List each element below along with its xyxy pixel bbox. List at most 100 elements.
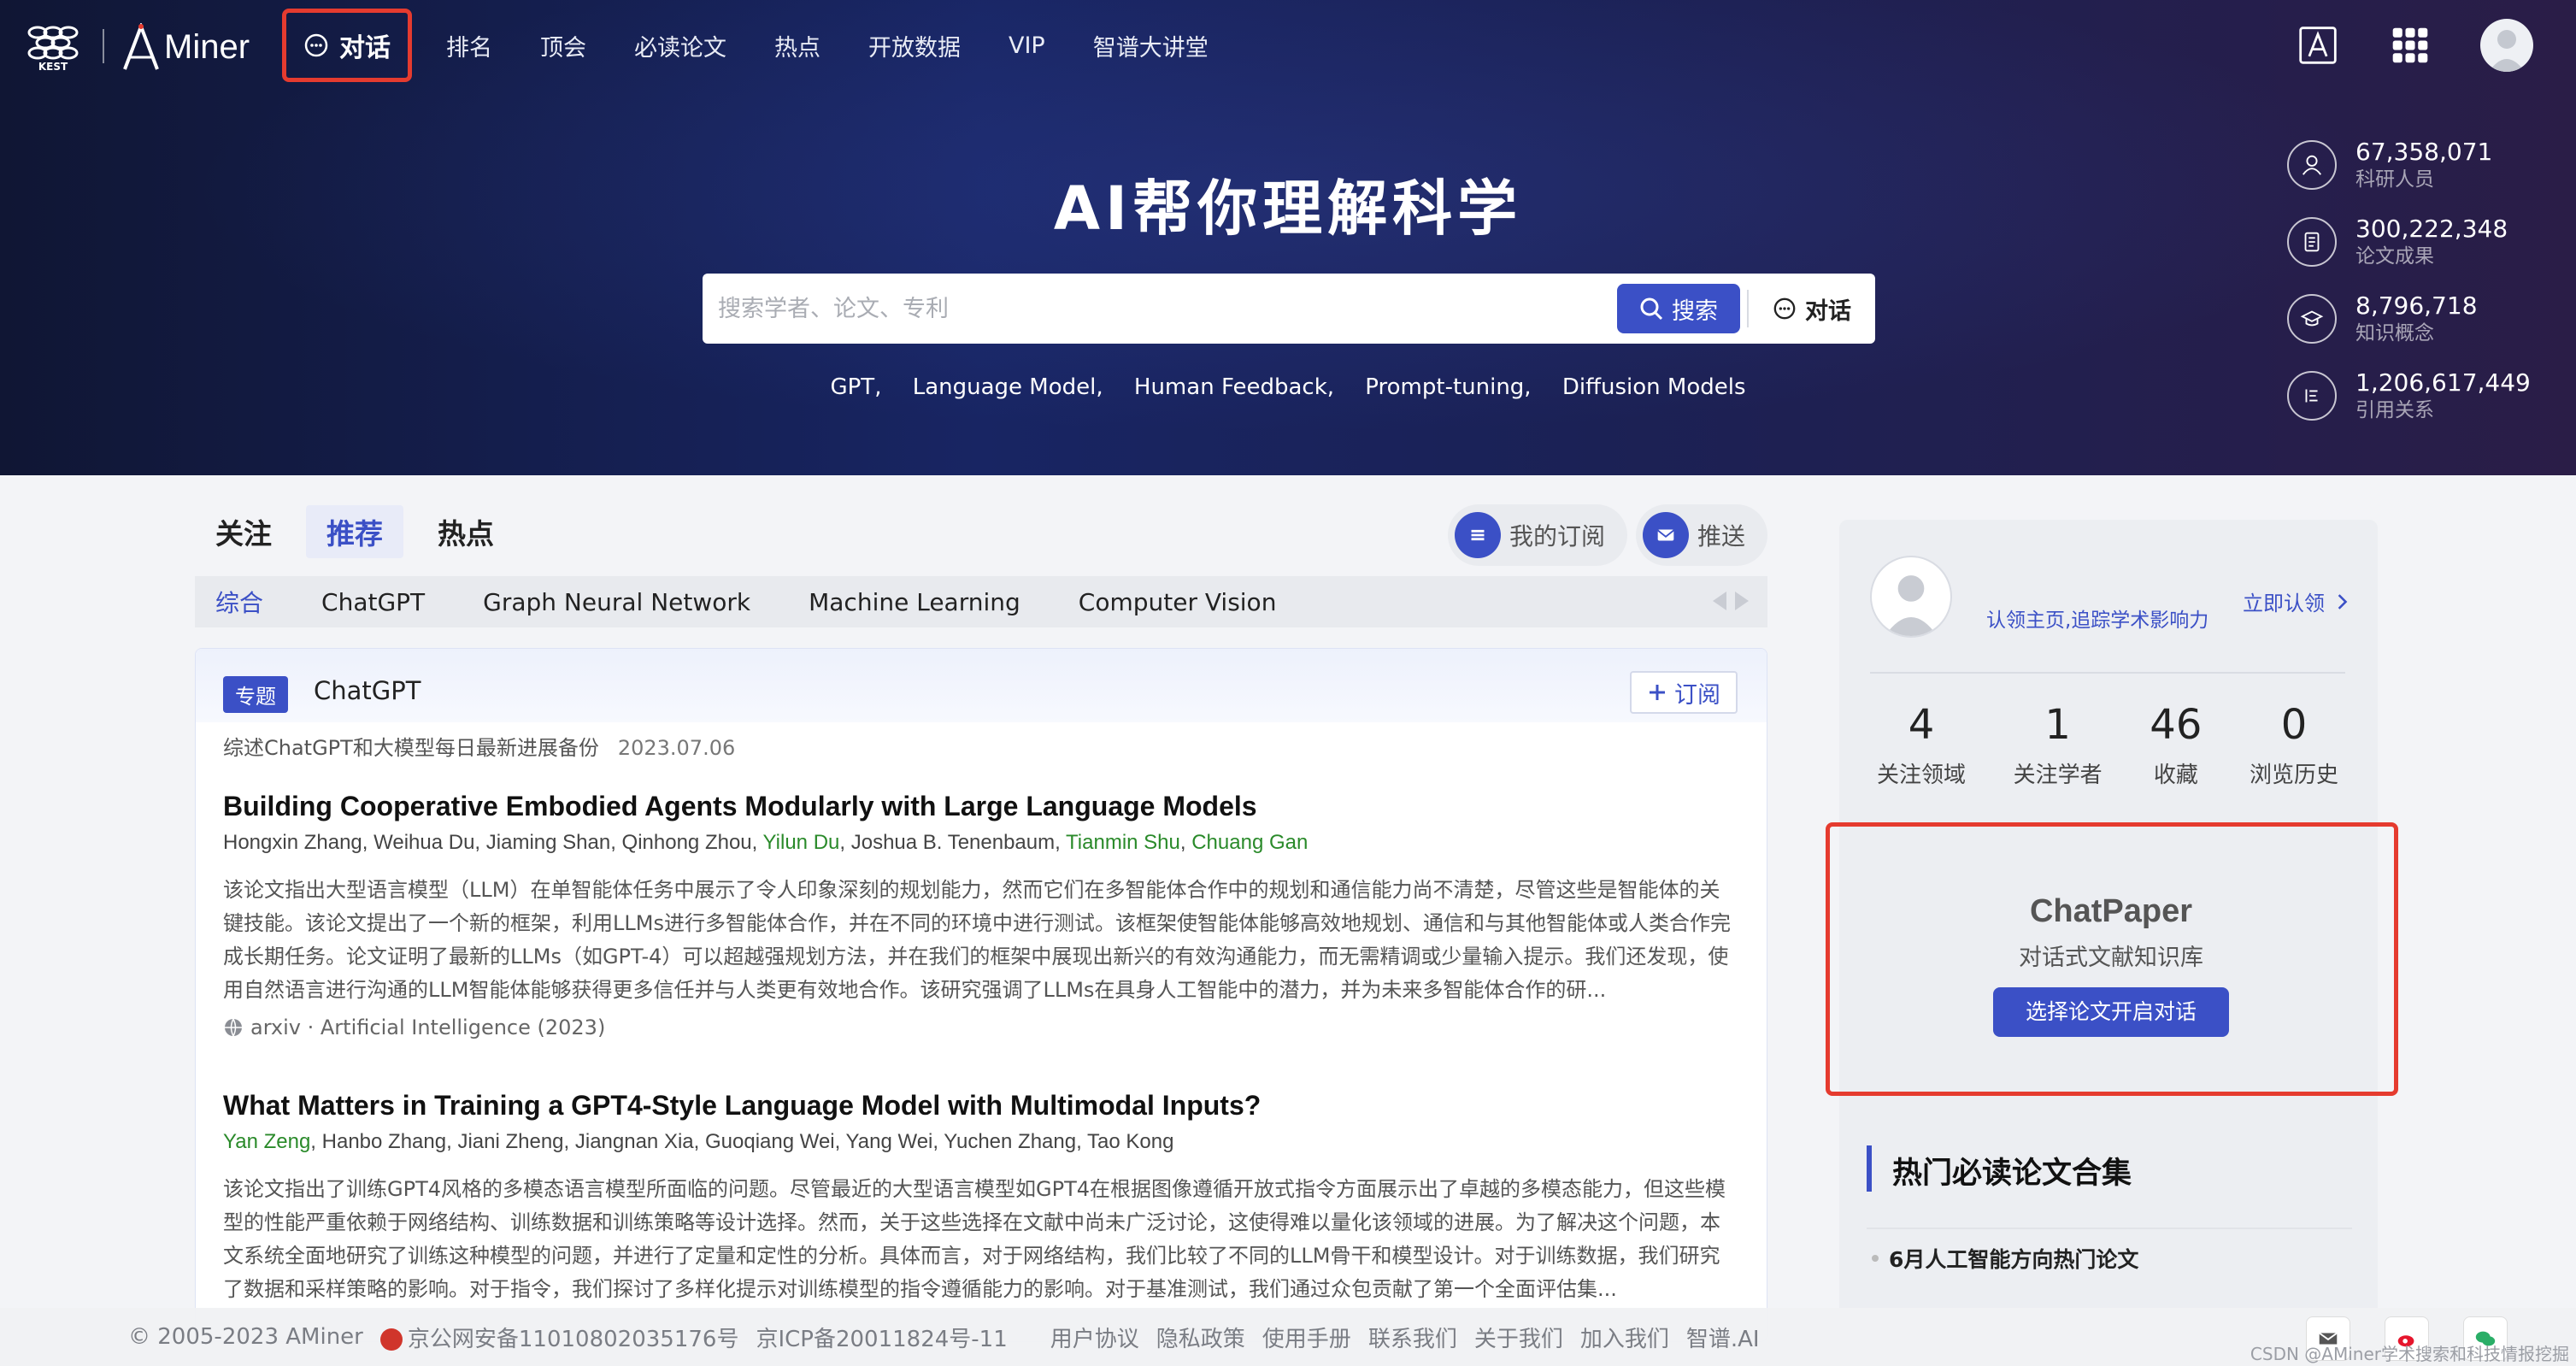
must-read-item[interactable]: 6月人工智能方向热门论文 bbox=[1872, 1243, 2138, 1274]
user-icon bbox=[2287, 140, 2337, 190]
nav-item-open-data[interactable]: 开放数据 bbox=[844, 7, 985, 84]
author-separator: , bbox=[362, 831, 374, 854]
graduation-cap-icon bbox=[2287, 294, 2337, 344]
author-separator: , bbox=[751, 831, 763, 854]
author-name[interactable]: Jiangnan Xia bbox=[575, 1130, 694, 1153]
nav-item-lecture[interactable]: 智谱大讲堂 bbox=[1069, 7, 1232, 84]
hot-keyword[interactable]: Language Model, bbox=[913, 374, 1103, 400]
author-name[interactable]: Jiani Zheng bbox=[457, 1130, 563, 1153]
translate-a-icon[interactable] bbox=[2296, 23, 2340, 68]
hot-keyword[interactable]: Prompt-tuning, bbox=[1365, 374, 1531, 400]
author-separator: , bbox=[1076, 1130, 1087, 1153]
category-gnn[interactable]: Graph Neural Network bbox=[483, 588, 750, 616]
arrow-right-icon[interactable] bbox=[1735, 592, 1749, 610]
author-name[interactable]: Yang Wei bbox=[846, 1130, 933, 1153]
tab-recommend[interactable]: 推荐 bbox=[306, 505, 403, 558]
stat-label: 论文成果 bbox=[2355, 245, 2434, 268]
hot-keywords: GPT, Language Model, Human Feedback, Pro… bbox=[0, 374, 2576, 400]
tab-hot[interactable]: 热点 bbox=[417, 505, 515, 558]
apps-grid-icon[interactable] bbox=[2388, 23, 2432, 68]
author-separator: , bbox=[563, 1130, 575, 1153]
footer-icp[interactable]: 京ICP备20011824号-11 bbox=[756, 1322, 1007, 1353]
paper-title[interactable]: Building Cooperative Embodied Agents Mod… bbox=[223, 791, 1736, 822]
author-name[interactable]: Yuchen Zhang bbox=[944, 1130, 1076, 1153]
nav-item-hotspots[interactable]: 热点 bbox=[750, 7, 844, 84]
search-button[interactable]: 搜索 bbox=[1617, 284, 1740, 333]
claim-profile-button[interactable]: 立即认领 bbox=[2243, 586, 2349, 616]
search-bar: 搜索 对话 bbox=[703, 274, 1875, 344]
claim-profile-label: 立即认领 bbox=[2243, 592, 2325, 615]
search-icon bbox=[1640, 297, 1663, 321]
author-name[interactable]: Chuang Gan bbox=[1191, 831, 1308, 854]
user-avatar[interactable] bbox=[2480, 19, 2533, 72]
author-name[interactable]: Guoqiang Wei bbox=[705, 1130, 835, 1153]
author-name[interactable]: Weihua Du bbox=[373, 831, 474, 854]
stat-label: 科研人员 bbox=[2355, 168, 2434, 191]
footer-link-terms[interactable]: 用户协议 bbox=[1050, 1322, 1139, 1353]
search-chat-button[interactable]: 对话 bbox=[1749, 284, 1875, 333]
must-read-divider bbox=[1867, 1228, 2352, 1229]
chat-bubble-icon bbox=[304, 33, 328, 57]
search-input[interactable] bbox=[703, 274, 1617, 343]
topic-card-header: 专题 ChatGPT 订阅 bbox=[196, 649, 1767, 722]
category-cv[interactable]: Computer Vision bbox=[1079, 588, 1277, 616]
kpi-followed-fields[interactable]: 4 关注领域 bbox=[1877, 699, 1966, 789]
author-name[interactable]: Tianmin Shu bbox=[1066, 831, 1180, 854]
chatpaper-start-button[interactable]: 选择论文开启对话 bbox=[1992, 987, 2229, 1037]
kpi-history[interactable]: 0 浏览历史 bbox=[2250, 699, 2338, 789]
author-name[interactable]: Tao Kong bbox=[1087, 1130, 1173, 1153]
paper-source-text[interactable]: arxiv · Artificial Intelligence (2023) bbox=[250, 1016, 605, 1039]
footer-link-privacy[interactable]: 隐私政策 bbox=[1156, 1322, 1245, 1353]
kexin-logo[interactable]: KEST bbox=[22, 21, 84, 73]
feed-tabs: 关注 推荐 热点 我的订阅 推送 bbox=[195, 504, 1767, 566]
author-name[interactable]: Hongxin Zhang bbox=[223, 831, 362, 854]
kpi-label: 关注学者 bbox=[2013, 762, 2103, 788]
hot-keyword[interactable]: GPT, bbox=[830, 374, 881, 400]
footer-police-record[interactable]: 京公网安备11010802035176号 bbox=[379, 1322, 738, 1353]
footer-link-contact[interactable]: 联系我们 bbox=[1368, 1322, 1457, 1353]
aminer-logo[interactable]: Miner bbox=[121, 19, 250, 75]
author-name[interactable]: Joshua B. Tenenbaum bbox=[851, 831, 1055, 854]
profile-avatar[interactable] bbox=[1870, 556, 1952, 638]
author-name[interactable]: Yan Zeng bbox=[223, 1130, 310, 1153]
footer-link-manual[interactable]: 使用手册 bbox=[1262, 1322, 1351, 1353]
footer-link-about[interactable]: 关于我们 bbox=[1474, 1322, 1563, 1353]
nav-item-must-read[interactable]: 必读论文 bbox=[610, 7, 750, 84]
stat-value: 1,206,617,449 bbox=[2355, 368, 2531, 397]
stat-label: 引用关系 bbox=[2355, 399, 2434, 421]
paper-source: arxiv · Artificial Intelligence (2023) bbox=[223, 1016, 1736, 1039]
kpi-followed-scholars[interactable]: 1 关注学者 bbox=[2014, 699, 2103, 789]
footer-link-join[interactable]: 加入我们 bbox=[1580, 1322, 1669, 1353]
author-name[interactable]: Hanbo Zhang bbox=[322, 1130, 446, 1153]
nav-chat-button[interactable]: 对话 bbox=[282, 9, 412, 82]
author-separator: , bbox=[1179, 831, 1192, 854]
footer-link-zhipu[interactable]: 智谱.AI bbox=[1686, 1322, 1760, 1353]
profile-claim-text: 认领主页,追踪学术影响力 bbox=[1986, 609, 2209, 632]
author-name[interactable]: Jiaming Shan bbox=[486, 831, 610, 854]
push-button[interactable]: 推送 bbox=[1635, 504, 1767, 566]
tab-follow[interactable]: 关注 bbox=[195, 505, 292, 558]
hot-keyword[interactable]: Human Feedback, bbox=[1134, 374, 1334, 400]
subscribe-topic-button[interactable]: 订阅 bbox=[1630, 671, 1738, 714]
category-ml[interactable]: Machine Learning bbox=[809, 588, 1020, 616]
category-scroll-arrows bbox=[1713, 592, 1749, 610]
category-all[interactable]: 综合 bbox=[215, 585, 263, 619]
author-name[interactable]: Qinhong Zhou bbox=[622, 831, 752, 854]
hot-keyword[interactable]: Diffusion Models bbox=[1562, 374, 1746, 400]
my-subscription-button[interactable]: 我的订阅 bbox=[1447, 504, 1627, 566]
stat-label: 知识概念 bbox=[2355, 322, 2434, 344]
kpi-favorites[interactable]: 46 收藏 bbox=[2150, 699, 2202, 789]
paper-authors: Yan Zeng, Hanbo Zhang, Jiani Zheng, Jian… bbox=[223, 1130, 1736, 1154]
topic-name[interactable]: ChatGPT bbox=[314, 676, 421, 705]
csdn-watermark: CSDN @AMiner学术搜索和科技情报挖掘 bbox=[2250, 1344, 2569, 1364]
category-chatgpt[interactable]: ChatGPT bbox=[321, 588, 425, 616]
stat-value: 67,358,071 bbox=[2355, 138, 2493, 166]
feed-actions: 我的订阅 推送 bbox=[1447, 504, 1767, 566]
nav-item-ranking[interactable]: 排名 bbox=[422, 7, 516, 84]
arrow-left-icon[interactable] bbox=[1713, 592, 1726, 610]
nav-item-conferences[interactable]: 顶会 bbox=[516, 7, 610, 84]
paper-title[interactable]: What Matters in Training a GPT4-Style La… bbox=[223, 1090, 1736, 1122]
nav-item-vip[interactable]: VIP bbox=[985, 7, 1069, 84]
must-read-title: 热门必读论文合集 bbox=[1892, 1157, 2132, 1191]
author-name[interactable]: Yilun Du bbox=[763, 831, 840, 854]
